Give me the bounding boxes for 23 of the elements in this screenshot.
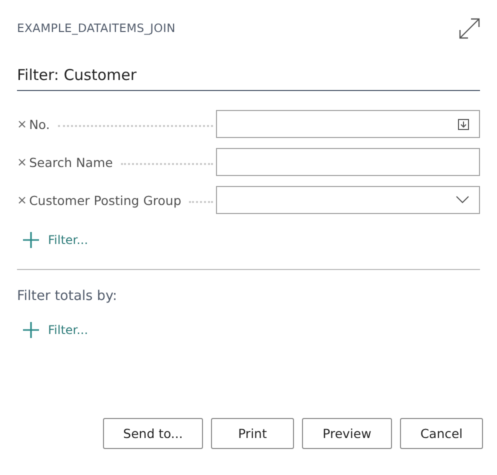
print-button[interactable]: Print xyxy=(211,418,294,449)
add-filter-link[interactable]: Filter... xyxy=(17,322,88,338)
field-label: No. xyxy=(29,116,50,132)
add-filter-link[interactable]: Filter... xyxy=(17,232,88,248)
section-heading: Filter: Customer xyxy=(17,66,480,91)
cancel-button[interactable]: Cancel xyxy=(400,418,483,449)
input-field[interactable] xyxy=(216,186,480,214)
field-label: Search Name xyxy=(29,154,113,170)
remove-icon[interactable]: × xyxy=(17,193,28,207)
section-heading: Filter totals by: xyxy=(17,288,118,304)
send-to-button[interactable]: Send to... xyxy=(103,418,203,449)
plus-icon xyxy=(23,232,39,248)
field-label: Customer Posting Group xyxy=(29,192,182,208)
lookup-icon[interactable] xyxy=(458,118,469,130)
plus-icon xyxy=(23,322,39,338)
chevron-down-icon[interactable] xyxy=(456,196,469,204)
remove-icon[interactable]: × xyxy=(17,155,28,169)
expand-icon[interactable] xyxy=(459,18,480,38)
input-field[interactable] xyxy=(216,110,480,138)
dialog-title: EXAMPLE_DATAITEMS_JOIN xyxy=(17,21,176,35)
input-field[interactable] xyxy=(216,148,480,176)
preview-button[interactable]: Preview xyxy=(302,418,392,449)
remove-icon[interactable]: × xyxy=(17,117,28,131)
